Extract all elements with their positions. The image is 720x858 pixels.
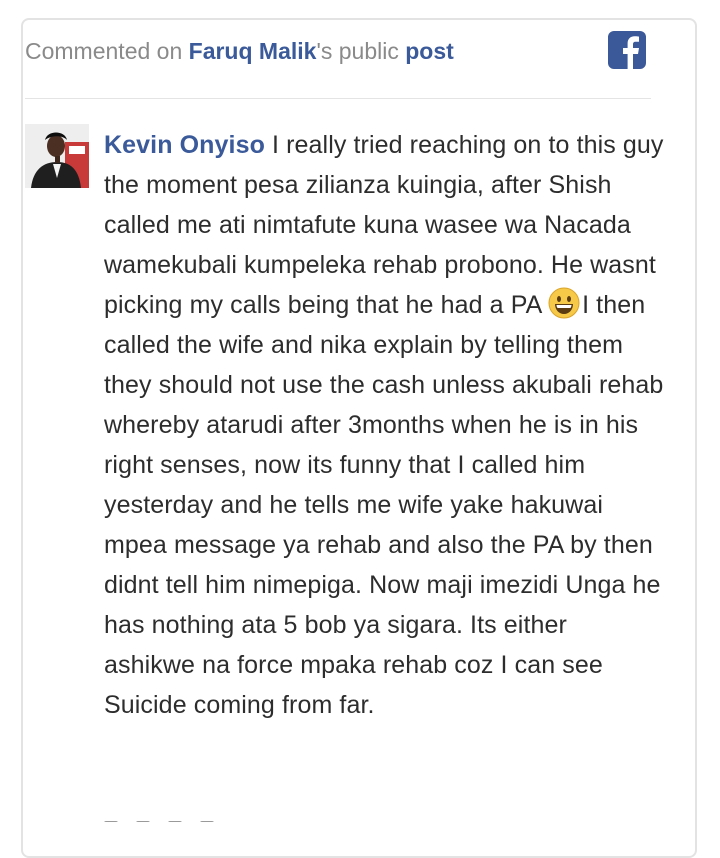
commented-on-label: Commented on bbox=[25, 38, 189, 64]
avatar[interactable] bbox=[25, 124, 89, 188]
post-link[interactable]: post bbox=[405, 38, 454, 64]
header-divider bbox=[25, 98, 651, 99]
facebook-icon[interactable] bbox=[608, 31, 646, 69]
comment-context-header: Commented on Faruq Malik's public post bbox=[25, 36, 651, 66]
comment-text-part-2: I then called the wife and nika explain … bbox=[104, 291, 664, 719]
comment-author-link[interactable]: Kevin Onyiso bbox=[104, 131, 265, 159]
grinning-face-emoji-icon bbox=[548, 287, 580, 319]
comment-actions-cutoff bbox=[104, 812, 304, 822]
public-label: 's public bbox=[316, 38, 406, 64]
comment-body: Kevin Onyiso I really tried reaching on … bbox=[104, 125, 664, 725]
page-owner-link[interactable]: Faruq Malik bbox=[189, 38, 317, 64]
